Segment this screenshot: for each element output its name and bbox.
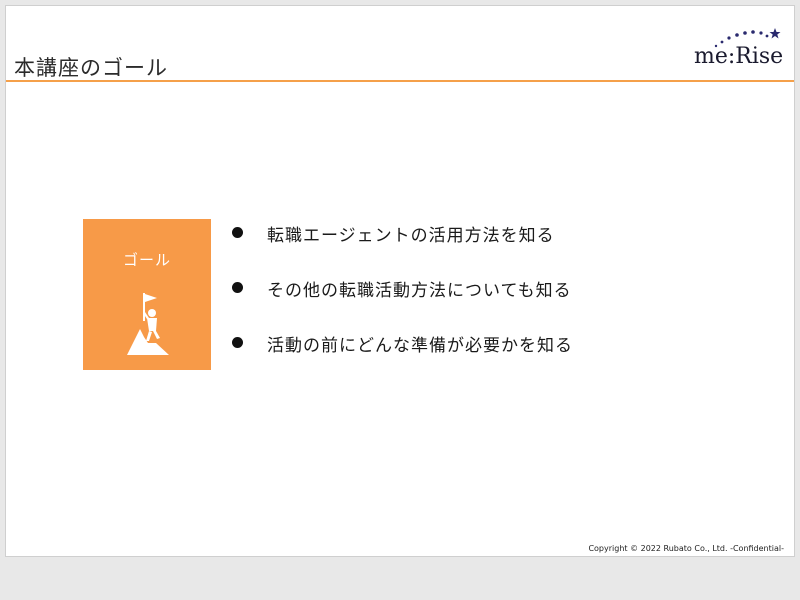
- merise-logo: me:Rise: [684, 24, 784, 70]
- slide: 本講座のゴール me:Rise ゴール 転職エージェントの活用方法を知る その他…: [5, 5, 795, 557]
- slide-title: 本講座のゴール: [14, 56, 168, 80]
- bullet-item: 転職エージェントの活用方法を知る: [232, 221, 573, 276]
- bullet-dot-icon: [232, 282, 243, 293]
- bullet-dot-icon: [232, 337, 243, 348]
- goal-box: ゴール: [83, 219, 211, 370]
- bullet-text: その他の転職活動方法についても知る: [267, 281, 572, 301]
- title-divider: [6, 80, 794, 82]
- logo-text: me:Rise: [694, 44, 784, 69]
- bullet-text: 転職エージェントの活用方法を知る: [267, 226, 555, 246]
- bullet-item: 活動の前にどんな準備が必要かを知る: [232, 331, 573, 386]
- bullet-dot-icon: [232, 227, 243, 238]
- copyright-notice: Copyright © 2022 Rubato Co., Ltd. -Confi…: [588, 544, 784, 553]
- goal-box-label: ゴール: [122, 251, 171, 269]
- bullet-item: その他の転職活動方法についても知る: [232, 276, 573, 331]
- bullet-text: 活動の前にどんな準備が必要かを知る: [267, 336, 573, 356]
- goal-bullet-list: 転職エージェントの活用方法を知る その他の転職活動方法についても知る 活動の前に…: [232, 221, 573, 386]
- climber-flag-icon: [127, 293, 169, 355]
